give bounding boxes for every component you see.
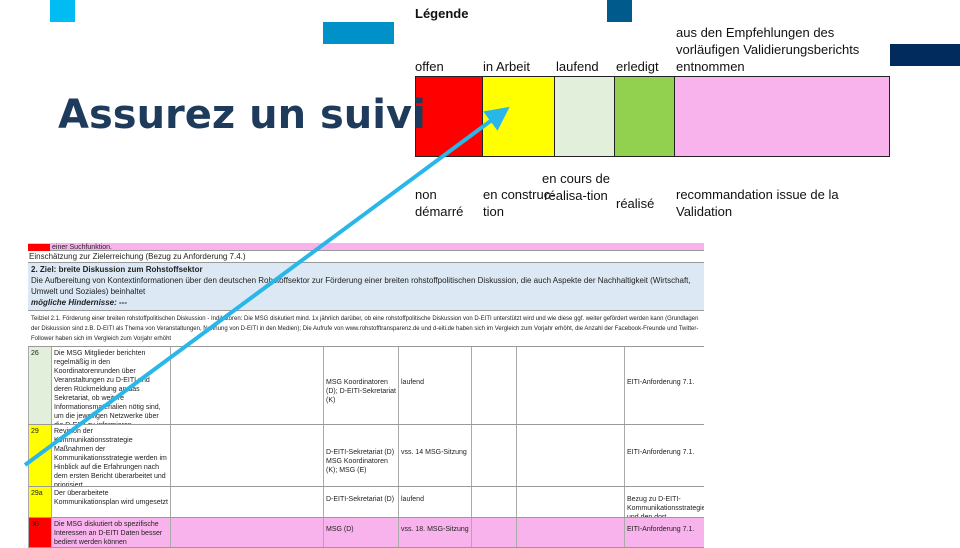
- arrow-annotation: [23, 106, 510, 467]
- arrow-line: [23, 106, 510, 467]
